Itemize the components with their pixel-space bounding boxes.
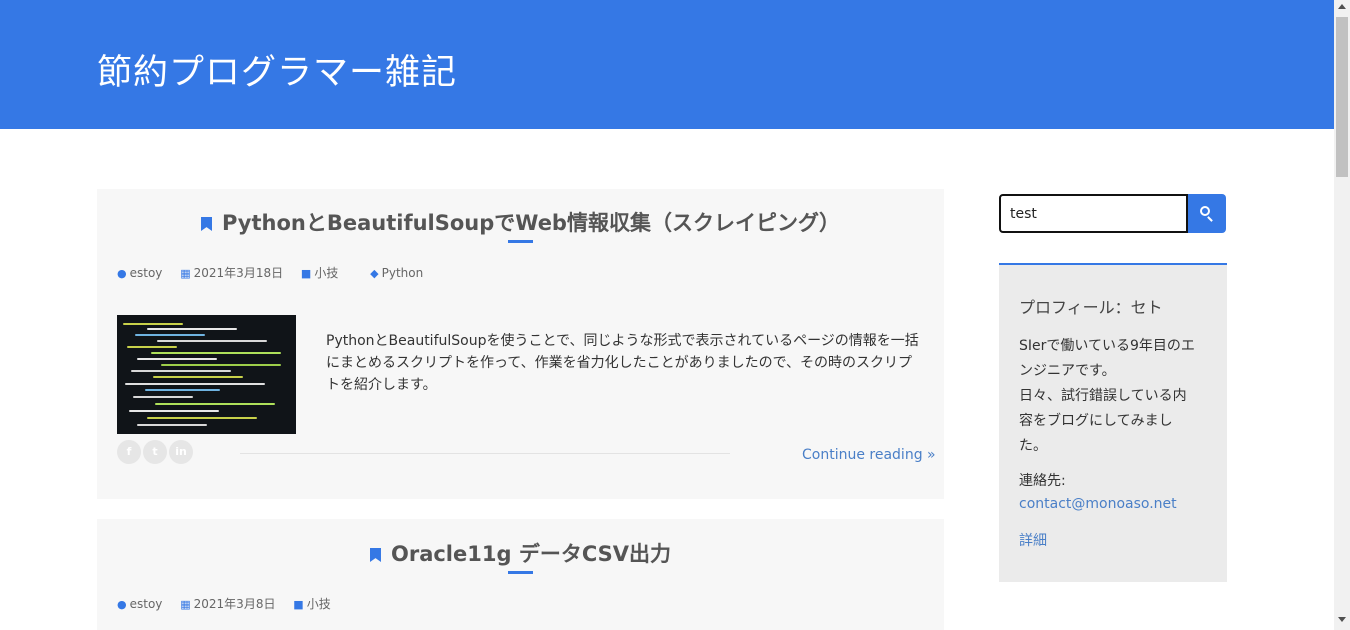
twitter-icon[interactable]: t [143, 440, 167, 464]
post-author[interactable]: ● estoy [117, 266, 162, 280]
profile-bio: SIerで働いている9年目のエ ンジニアです。 日々、試行錯誤している内 容をブ… [1019, 334, 1214, 459]
post-tag[interactable]: ◆ Python [370, 266, 423, 280]
post-thumbnail[interactable] [117, 315, 296, 434]
profile-details-link[interactable]: 詳細 [1019, 530, 1047, 550]
site-title[interactable]: 節約プログラマー雑記 [97, 44, 457, 95]
folder-icon: ■ [293, 598, 304, 611]
search-icon [1200, 206, 1210, 216]
scroll-down-arrow-icon[interactable] [1338, 617, 1346, 622]
profile-bio-line: ンジニアです。 [1019, 363, 1116, 379]
profile-bio-line: 容をブログにしてみまし [1019, 413, 1173, 429]
post-card: PythonとBeautifulSoupでWeb情報収集（スクレイピング） ● e… [97, 189, 944, 499]
post-title-text[interactable]: PythonとBeautifulSoupでWeb情報収集（スクレイピング） [222, 211, 840, 235]
title-underline [508, 571, 533, 574]
share-buttons: f t in [117, 440, 195, 464]
search-input[interactable]: test [999, 194, 1188, 233]
calendar-icon: ▦ [180, 598, 191, 611]
profile-bio-line: 日々、試行錯誤している内 [1019, 388, 1187, 404]
user-icon: ● [117, 266, 127, 280]
post-title-text[interactable]: Oracle11g データCSV出力 [391, 542, 671, 566]
continue-reading-link[interactable]: Continue reading » [802, 447, 936, 463]
post-title[interactable]: PythonとBeautifulSoupでWeb情報収集（スクレイピング） [97, 207, 944, 237]
tag-icon: ◆ [370, 266, 379, 280]
contact-label: 連絡先: [1019, 473, 1066, 489]
scroll-up-arrow-icon[interactable] [1338, 4, 1346, 9]
folder-icon: ■ [300, 267, 312, 280]
post-title[interactable]: Oracle11g データCSV出力 [97, 538, 944, 568]
profile-bio-line: SIerで働いている9年目のエ [1019, 338, 1195, 354]
calendar-icon: ▦ [180, 267, 191, 280]
profile-title: プロフィール：セト [1019, 298, 1163, 317]
page-scrollbar[interactable] [1334, 0, 1350, 630]
bookmark-icon [369, 548, 381, 562]
bookmark-icon [201, 217, 213, 231]
post-date[interactable]: ▦ 2021年3月8日 [180, 595, 275, 612]
post-meta: ● estoy ▦ 2021年3月18日 ■ 小技 ◆ Python [117, 264, 437, 281]
profile-bio-line: た。 [1019, 438, 1047, 454]
profile-widget: プロフィール：セト SIerで働いている9年目のエ ンジニアです。 日々、試行錯… [999, 263, 1227, 582]
post-divider [240, 453, 730, 454]
post-category[interactable]: ■ 小技 [301, 264, 338, 281]
scroll-thumb[interactable] [1336, 17, 1348, 177]
search-button[interactable] [1188, 194, 1226, 233]
post-author[interactable]: ● estoy [117, 597, 162, 611]
post-date[interactable]: ▦ 2021年3月18日 [180, 264, 283, 281]
linkedin-icon[interactable]: in [169, 440, 193, 464]
user-icon: ● [117, 597, 127, 611]
title-underline [508, 240, 533, 243]
contact-email-link[interactable]: contact@monoaso.net [1019, 496, 1177, 512]
facebook-icon[interactable]: f [117, 440, 141, 464]
post-category[interactable]: ■ 小技 [293, 595, 330, 612]
post-meta: ● estoy ▦ 2021年3月8日 ■ 小技 [117, 595, 345, 612]
site-header: 節約プログラマー雑記 [0, 0, 1334, 129]
post-card: Oracle11g データCSV出力 ● estoy ▦ 2021年3月8日 ■ 小技 [97, 519, 944, 630]
post-excerpt: PythonとBeautifulSoupを使うことで、同じような形式で表示されて… [326, 333, 919, 393]
